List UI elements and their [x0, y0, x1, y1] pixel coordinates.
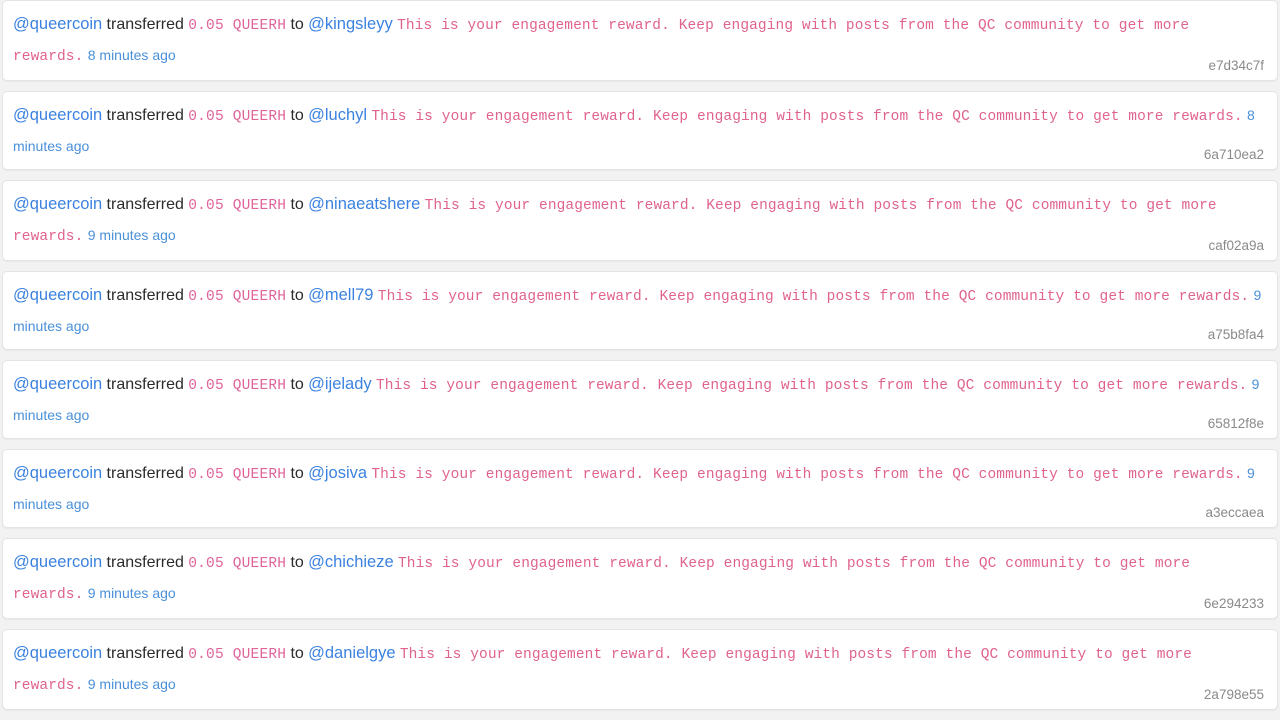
transaction-card: @queercoin transferred 0.05 QUEERH to @c… — [2, 538, 1278, 619]
transaction-text: @queercoin transferred 0.05 QUEERH to @j… — [13, 459, 1265, 519]
transfer-amount: 0.05 QUEERH — [188, 556, 287, 572]
transfer-verb: transferred — [106, 554, 184, 571]
transfer-amount: 0.05 QUEERH — [188, 467, 287, 483]
sender-link[interactable]: @queercoin — [13, 553, 102, 571]
sender-link[interactable]: @queercoin — [13, 106, 102, 124]
sender-link[interactable]: @queercoin — [13, 375, 102, 393]
to-preposition: to — [290, 465, 304, 482]
transaction-card: @queercoin transferred 0.05 QUEERH to @j… — [2, 449, 1278, 528]
recipient-link[interactable]: @kingsleyy — [308, 15, 393, 33]
to-preposition: to — [290, 196, 304, 213]
transaction-text: @queercoin transferred 0.05 QUEERH to @m… — [13, 281, 1265, 341]
transaction-text: @queercoin transferred 0.05 QUEERH to @n… — [13, 190, 1265, 252]
recipient-link[interactable]: @luchyl — [308, 106, 367, 124]
recipient-link[interactable]: @chichieze — [308, 553, 394, 571]
transfer-verb: transferred — [106, 465, 184, 482]
transfer-amount: 0.05 QUEERH — [188, 198, 287, 214]
transfer-verb: transferred — [106, 16, 184, 33]
transaction-id: 2a798e55 — [1203, 687, 1264, 702]
transfer-verb: transferred — [106, 107, 184, 124]
transaction-timestamp[interactable]: 9 minutes ago — [88, 676, 176, 692]
transaction-card: @queercoin transferred 0.05 QUEERH to @i… — [2, 360, 1278, 439]
recipient-link[interactable]: @ijelady — [308, 375, 372, 393]
transaction-card: @queercoin transferred 0.05 QUEERH to @n… — [2, 180, 1278, 261]
transfer-amount: 0.05 QUEERH — [188, 647, 287, 663]
transaction-text: @queercoin transferred 0.05 QUEERH to @d… — [13, 639, 1265, 701]
sender-link[interactable]: @queercoin — [13, 286, 102, 304]
transaction-card: @queercoin transferred 0.05 QUEERH to @m… — [2, 271, 1278, 350]
recipient-link[interactable]: @ninaeatshere — [308, 195, 420, 213]
transfer-verb: transferred — [106, 376, 184, 393]
transaction-card: @queercoin transferred 0.05 QUEERH to @k… — [2, 0, 1278, 81]
sender-link[interactable]: @queercoin — [13, 464, 102, 482]
transaction-text: @queercoin transferred 0.05 QUEERH to @i… — [13, 370, 1265, 430]
transaction-timestamp[interactable]: 8 minutes ago — [88, 47, 176, 63]
transaction-id: a75b8fa4 — [1207, 327, 1264, 342]
transfer-verb: transferred — [106, 645, 184, 662]
transfer-verb: transferred — [106, 196, 184, 213]
transaction-id: e7d34c7f — [1208, 58, 1264, 73]
to-preposition: to — [290, 554, 304, 571]
transfer-memo: This is your engagement reward. Keep eng… — [371, 467, 1243, 483]
transaction-feed: @queercoin transferred 0.05 QUEERH to @k… — [0, 0, 1280, 710]
transfer-memo: This is your engagement reward. Keep eng… — [375, 378, 1248, 394]
transaction-card: @queercoin transferred 0.05 QUEERH to @d… — [2, 629, 1278, 710]
transfer-amount: 0.05 QUEERH — [188, 289, 287, 305]
transfer-amount: 0.05 QUEERH — [188, 18, 287, 34]
transaction-id: 6a710ea2 — [1203, 147, 1264, 162]
to-preposition: to — [290, 287, 304, 304]
transaction-id: 65812f8e — [1207, 416, 1264, 431]
sender-link[interactable]: @queercoin — [13, 644, 102, 662]
transfer-memo: This is your engagement reward. Keep eng… — [377, 289, 1250, 305]
recipient-link[interactable]: @danielgye — [308, 644, 395, 662]
transaction-id: 6e294233 — [1203, 596, 1264, 611]
transaction-id: caf02a9a — [1208, 238, 1264, 253]
transaction-card: @queercoin transferred 0.05 QUEERH to @l… — [2, 91, 1278, 170]
transaction-text: @queercoin transferred 0.05 QUEERH to @c… — [13, 548, 1265, 610]
transaction-text: @queercoin transferred 0.05 QUEERH to @l… — [13, 101, 1265, 161]
transaction-id: a3eccaea — [1205, 505, 1264, 520]
transfer-verb: transferred — [106, 287, 184, 304]
to-preposition: to — [290, 107, 304, 124]
to-preposition: to — [290, 645, 304, 662]
sender-link[interactable]: @queercoin — [13, 15, 102, 33]
transaction-timestamp[interactable]: 9 minutes ago — [88, 227, 176, 243]
to-preposition: to — [290, 376, 304, 393]
transaction-timestamp[interactable]: 9 minutes ago — [88, 585, 176, 601]
transaction-text: @queercoin transferred 0.05 QUEERH to @k… — [13, 10, 1265, 72]
sender-link[interactable]: @queercoin — [13, 195, 102, 213]
transfer-memo: This is your engagement reward. Keep eng… — [371, 109, 1243, 125]
recipient-link[interactable]: @josiva — [308, 464, 367, 482]
recipient-link[interactable]: @mell79 — [308, 286, 373, 304]
transfer-amount: 0.05 QUEERH — [188, 109, 287, 125]
transfer-amount: 0.05 QUEERH — [188, 378, 287, 394]
to-preposition: to — [290, 16, 304, 33]
